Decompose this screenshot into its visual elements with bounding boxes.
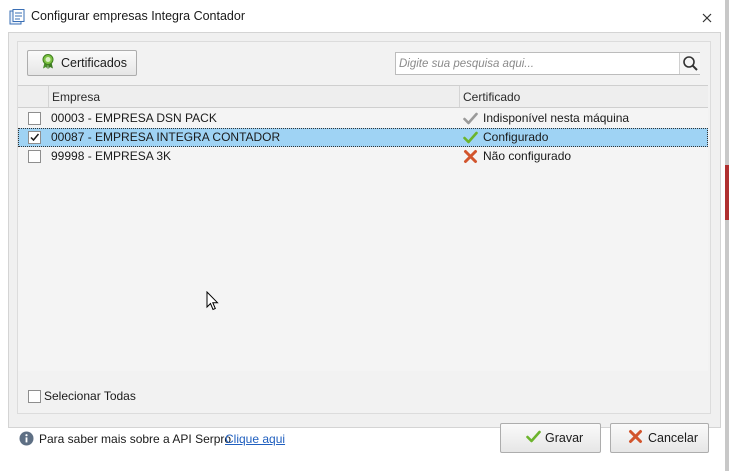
search-button[interactable]: [679, 53, 700, 74]
companies-grid: Empresa Certificado 00003 - EMPRESA DSN …: [18, 85, 708, 371]
select-all-checkbox[interactable]: [28, 390, 41, 403]
search-input[interactable]: [396, 53, 678, 74]
row-checkbox[interactable]: [28, 150, 41, 163]
window-title: Configurar empresas Integra Contador: [31, 9, 246, 23]
title-bar: Configurar empresas Integra Contador: [0, 0, 724, 33]
table-row[interactable]: 99998 - EMPRESA 3K Não configurado: [18, 147, 708, 166]
certificado-cell: Configurado: [483, 130, 549, 144]
checkmark-icon: [30, 133, 40, 142]
cross-red-icon: [628, 429, 643, 447]
gravar-button[interactable]: Gravar: [500, 423, 601, 453]
check-gray-icon: [463, 111, 478, 126]
select-all-label: Selecionar Todas: [44, 389, 136, 403]
background-window-edge: [725, 0, 729, 471]
header-check-column[interactable]: [18, 86, 48, 107]
header-empresa[interactable]: Empresa: [48, 86, 459, 107]
empresa-cell: 99998 - EMPRESA 3K: [51, 149, 172, 163]
certificado-cell: Indisponível nesta máquina: [483, 111, 630, 125]
cancelar-button[interactable]: Cancelar: [610, 423, 709, 453]
clique-aqui-link[interactable]: Clique aqui: [225, 432, 285, 446]
info-icon: [19, 431, 34, 446]
check-green-icon: [463, 130, 478, 145]
table-row[interactable]: 00087 - EMPRESA INTEGRA CONTADOR Configu…: [18, 128, 708, 147]
empresa-cell: 00003 - EMPRESA DSN PACK: [51, 111, 217, 125]
empresa-cell: 00087 - EMPRESA INTEGRA CONTADOR: [51, 130, 281, 144]
check-green-icon: [526, 429, 541, 447]
certificado-cell: Não configurado: [483, 149, 572, 163]
search-icon: [683, 56, 698, 71]
close-icon: [702, 13, 712, 23]
mouse-pointer-icon: [206, 290, 219, 314]
app-window-icon: [9, 9, 25, 25]
table-row[interactable]: 00003 - EMPRESA DSN PACK Indisponível ne…: [18, 109, 708, 128]
dialog-window: Configurar empresas Integra Contador Cer…: [0, 0, 724, 471]
certificate-ribbon-icon: [41, 54, 55, 73]
gravar-label: Gravar: [545, 431, 584, 445]
certificados-label: Certificados: [61, 56, 127, 70]
header-certificado[interactable]: Certificado: [459, 86, 708, 107]
info-text: Para saber mais sobre a API Serpro: [39, 432, 232, 446]
cancelar-label: Cancelar: [648, 431, 699, 445]
row-checkbox[interactable]: [28, 112, 41, 125]
cross-red-icon: [463, 149, 478, 164]
grid-header: Empresa Certificado: [18, 85, 708, 108]
row-checkbox[interactable]: [28, 131, 41, 144]
certificados-button[interactable]: Certificados: [27, 50, 137, 76]
close-button[interactable]: [694, 8, 720, 28]
search-box: [395, 52, 700, 75]
